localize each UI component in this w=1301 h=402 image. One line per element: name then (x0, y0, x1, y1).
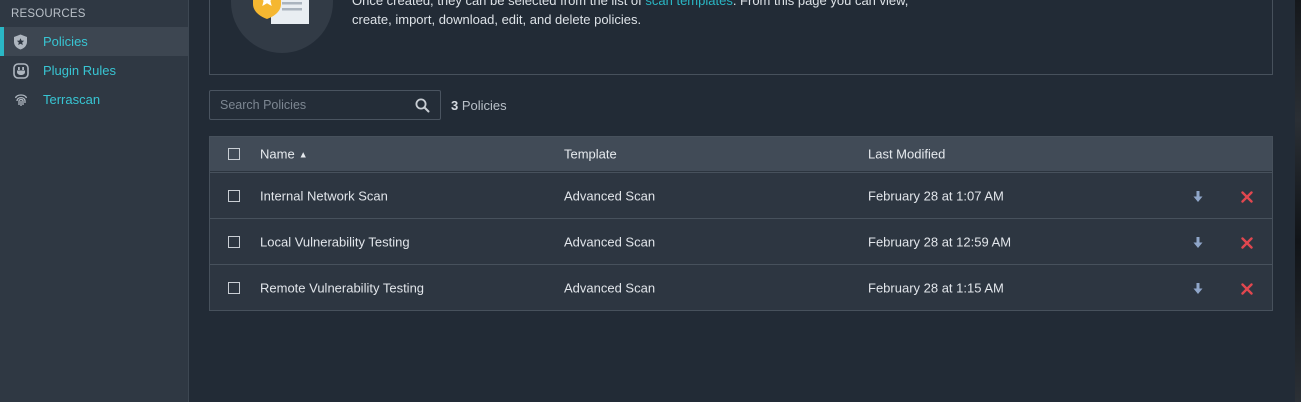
download-icon[interactable] (1193, 282, 1203, 294)
policy-name[interactable]: Remote Vulnerability Testing (260, 280, 424, 295)
policy-name[interactable]: Local Vulnerability Testing (260, 234, 410, 249)
info-text-line2: create, import, download, edit, and dele… (352, 12, 642, 27)
sidebar-item-terrascan[interactable]: Terrascan (0, 85, 188, 114)
policy-document-icon (231, 0, 333, 53)
column-header-name[interactable]: Name ▲ (260, 147, 308, 162)
window-edge (1295, 0, 1301, 402)
delete-icon[interactable] (1241, 236, 1253, 249)
info-text-line1-end: . From this page you can view, (732, 0, 909, 8)
policy-count-label: Policies (461, 98, 507, 113)
policy-template: Advanced Scan (564, 280, 656, 295)
row-checkbox[interactable] (228, 235, 240, 248)
info-description: Once created, they can be selected from … (352, 0, 1052, 29)
policy-count-number: 3 (451, 98, 459, 113)
column-header-template[interactable]: Template (564, 147, 617, 162)
policy-template: Advanced Scan (564, 188, 656, 203)
sort-ascending-icon: ▲ (298, 149, 308, 160)
fingerprint-icon (12, 91, 29, 108)
info-panel: Once created, they can be selected from … (209, 0, 1273, 75)
sidebar: RESOURCES Policies Plugin Rules Terrasca… (0, 0, 189, 402)
table-row[interactable]: Remote Vulnerability Testing Advanced Sc… (210, 264, 1272, 310)
policy-name[interactable]: Internal Network Scan (260, 188, 388, 203)
search-input[interactable] (210, 91, 440, 119)
shield-star-icon (12, 33, 29, 50)
sidebar-item-label: Policies (43, 34, 88, 49)
policy-template: Advanced Scan (564, 234, 656, 249)
download-icon[interactable] (1193, 236, 1203, 248)
column-header-last-modified[interactable]: Last Modified (868, 147, 945, 162)
row-checkbox[interactable] (228, 189, 240, 202)
policies-table: Name ▲ Template Last Modified Internal Ne… (209, 136, 1273, 311)
sidebar-item-plugin-rules[interactable]: Plugin Rules (0, 56, 188, 85)
search-icon[interactable] (415, 98, 430, 113)
info-text-line1: Once created, they can be selected from … (352, 0, 646, 8)
sidebar-item-policies[interactable]: Policies (0, 27, 188, 56)
plug-icon (12, 62, 29, 79)
select-all-checkbox[interactable] (228, 148, 240, 160)
policy-count: 3 Policies (451, 98, 507, 113)
table-row[interactable]: Local Vulnerability Testing Advanced Sca… (210, 218, 1272, 264)
column-header-name-label: Name (260, 146, 295, 162)
table-row[interactable]: Internal Network Scan Advanced Scan Febr… (210, 172, 1272, 218)
table-header: Name ▲ Template Last Modified (210, 137, 1272, 172)
sidebar-item-label: Plugin Rules (43, 63, 116, 78)
policy-last-modified: February 28 at 1:07 AM (868, 188, 1004, 203)
policy-last-modified: February 28 at 1:15 AM (868, 280, 1004, 295)
delete-icon[interactable] (1241, 190, 1253, 203)
policy-last-modified: February 28 at 12:59 AM (868, 234, 1012, 249)
scan-templates-link[interactable]: scan templates (645, 0, 732, 8)
row-checkbox[interactable] (228, 281, 240, 294)
search-box (209, 90, 441, 120)
sidebar-heading: RESOURCES (11, 8, 86, 20)
delete-icon[interactable] (1241, 282, 1253, 295)
sidebar-item-label: Terrascan (43, 92, 101, 107)
download-icon[interactable] (1193, 190, 1203, 202)
